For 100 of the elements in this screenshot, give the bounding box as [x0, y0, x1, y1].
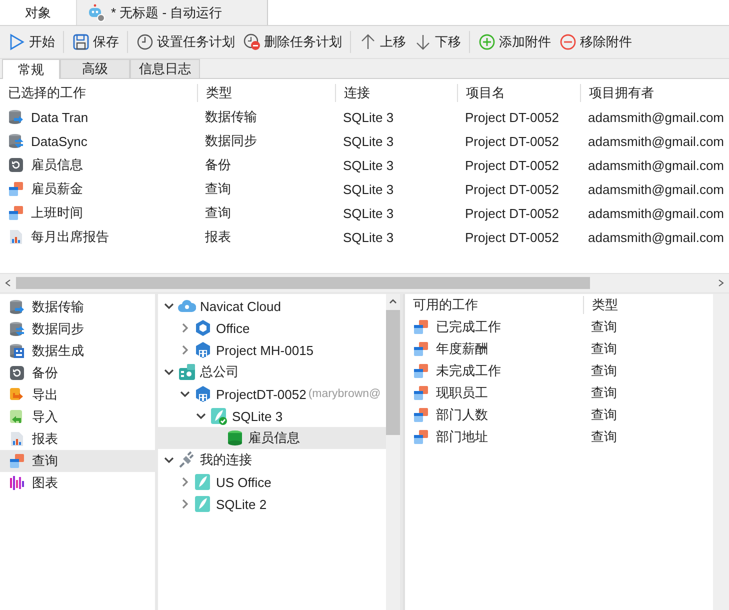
owner-label: (marybrown@	[308, 388, 381, 400]
job-type-item[interactable]: 数据生成	[0, 340, 155, 362]
column-header[interactable]: 连接	[335, 84, 457, 102]
tree-item[interactable]: ProjectDT-0052(marybrown@	[158, 383, 386, 405]
toolbar-button[interactable]: 上移	[355, 31, 410, 53]
toolbar-button[interactable]: 移除附件	[555, 31, 636, 53]
column-header[interactable]: 类型	[197, 84, 335, 102]
table-cell: 年度薪酬	[436, 340, 488, 358]
database-sync-icon	[8, 133, 24, 149]
query-icon	[413, 363, 429, 379]
chevron-down-icon[interactable]	[196, 411, 206, 421]
table-cell-text: 数据同步	[204, 132, 258, 150]
table-cell: DataSync	[31, 134, 88, 148]
table-cell: 现职员工	[436, 384, 488, 402]
toolbar-button[interactable]: 添加附件	[474, 31, 555, 53]
plus-circle-icon	[478, 33, 496, 51]
chevron-right-icon[interactable]	[180, 345, 190, 355]
table-cell-text: Project DT-0052	[464, 206, 560, 220]
table-cell: 每月出席报告	[31, 228, 109, 246]
query-icon	[413, 407, 429, 423]
table-cell-text: 查询	[590, 428, 618, 446]
table-cell-text: adamsmith@gmail.com	[587, 182, 726, 196]
column-header[interactable]: 项目拥有者	[580, 84, 729, 102]
table-cell: 上班时间	[31, 204, 83, 222]
tree-item[interactable]: Project MH-0015	[158, 339, 386, 361]
table-cell-text: 备份	[204, 156, 232, 174]
query-icon	[8, 205, 24, 221]
play-icon	[8, 33, 26, 51]
tree-item[interactable]: 我的连接	[158, 449, 386, 471]
job-type-item[interactable]: 查询	[0, 450, 155, 472]
horizontal-scrollbar[interactable]	[0, 273, 729, 292]
tab[interactable]: 常规	[2, 59, 60, 80]
job-type-item[interactable]: 图表	[0, 472, 155, 494]
table-cell-text: 查询	[204, 180, 232, 198]
backup-icon	[9, 365, 25, 381]
scrollbar-thumb[interactable]	[386, 310, 400, 435]
feather-icon	[194, 495, 212, 513]
table-cell-text: SQLite 3	[342, 110, 395, 124]
database-icon	[226, 429, 244, 447]
tab[interactable]: 高级	[60, 59, 130, 78]
tab[interactable]: 信息日志	[130, 59, 200, 78]
chevron-down-icon[interactable]	[164, 455, 174, 465]
robot-icon	[87, 4, 105, 22]
column-header[interactable]: 类型	[583, 296, 673, 314]
import-icon	[9, 409, 25, 425]
table-cell-text: SQLite 3	[342, 158, 395, 172]
table-cell-text: 查询	[590, 406, 618, 424]
tree-item[interactable]: 雇员信息	[158, 427, 386, 449]
toolbar-button[interactable]: 下移	[410, 31, 465, 53]
chevron-right-icon[interactable]	[180, 499, 190, 509]
bar-chart-icon	[9, 475, 25, 491]
toolbar-button[interactable]: 开始	[4, 31, 59, 53]
table-cell-text: adamsmith@gmail.com	[587, 206, 726, 220]
report-icon	[9, 431, 25, 447]
chevron-right-icon[interactable]	[180, 477, 190, 487]
table-cell-text: SQLite 3	[342, 182, 395, 196]
vertical-scrollbar[interactable]	[386, 294, 400, 610]
job-type-item[interactable]: 报表	[0, 428, 155, 450]
tree-item[interactable]: SQLite 3	[158, 405, 386, 427]
column-header[interactable]: 已选择的工作	[0, 84, 197, 102]
column-header[interactable]: 可用的工作	[405, 296, 583, 314]
table-cell-text: Project DT-0052	[464, 230, 560, 244]
toolbar-button[interactable]: 保存	[68, 31, 123, 53]
job-type-item[interactable]: 导出	[0, 384, 155, 406]
query-icon	[413, 319, 429, 335]
cloud-icon	[178, 297, 196, 315]
tree-item[interactable]: 总公司	[158, 361, 386, 383]
chevron-right-icon[interactable]	[180, 323, 190, 333]
table-cell-text: 查询	[590, 340, 618, 358]
connection-check-icon	[210, 407, 228, 425]
scrollbar-thumb[interactable]	[16, 277, 590, 289]
chevron-down-icon[interactable]	[164, 301, 174, 311]
table-cell: 部门人数	[436, 406, 488, 424]
chevron-down-icon[interactable]	[164, 367, 174, 377]
tree-item[interactable]: US Office	[158, 471, 386, 493]
table-cell-text: adamsmith@gmail.com	[587, 230, 726, 244]
job-type-item[interactable]: 数据同步	[0, 318, 155, 340]
table-cell: 雇员薪金	[31, 180, 83, 198]
database-sync-icon	[9, 321, 25, 337]
document-tab[interactable]: * 无标题 - 自动运行	[77, 0, 268, 25]
chevron-down-icon[interactable]	[180, 389, 190, 399]
tree-item[interactable]: SQLite 2	[158, 493, 386, 515]
table-cell: 雇员信息	[31, 156, 83, 174]
job-type-item[interactable]: 导入	[0, 406, 155, 428]
table-cell-text: 查询	[204, 204, 232, 222]
query-icon	[413, 385, 429, 401]
tree-item[interactable]: Office	[158, 317, 386, 339]
table-cell: Data Tran	[31, 110, 88, 124]
toolbar-button[interactable]: 删除任务计划	[239, 31, 346, 53]
job-type-item[interactable]: 数据传输	[0, 296, 155, 318]
clock-icon	[136, 33, 154, 51]
table-cell-text: 数据传输	[204, 108, 258, 126]
clock-minus-icon	[243, 33, 261, 51]
project-people-icon	[194, 385, 212, 403]
table-cell-text: adamsmith@gmail.com	[587, 134, 726, 148]
tree-item[interactable]: Navicat Cloud	[158, 295, 386, 317]
query-icon	[413, 341, 429, 357]
job-type-item[interactable]: 备份	[0, 362, 155, 384]
column-header[interactable]: 项目名	[457, 84, 580, 102]
toolbar-button[interactable]: 设置任务计划	[132, 31, 239, 53]
